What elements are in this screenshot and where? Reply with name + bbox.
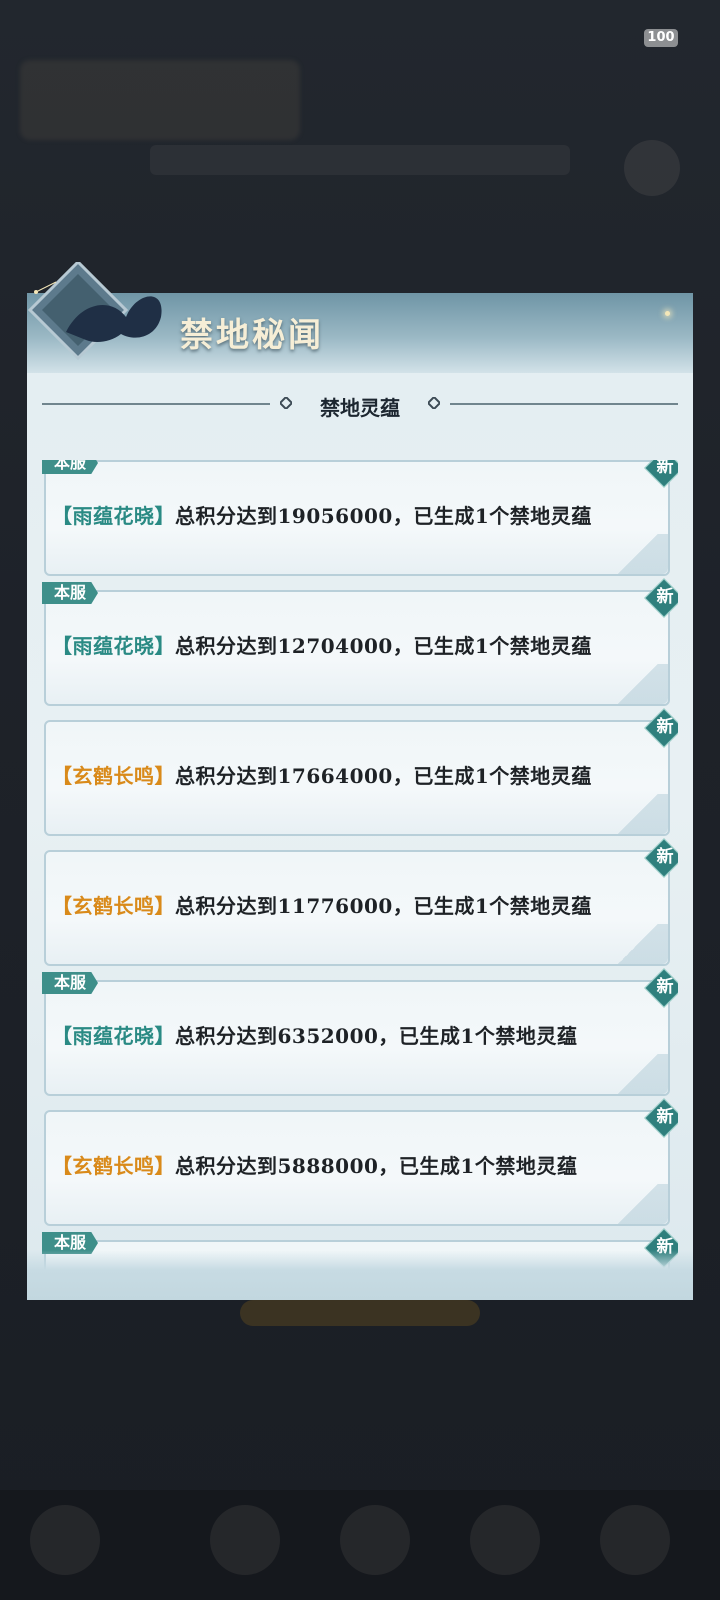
dialog-title: 禁地秘闻 bbox=[180, 315, 324, 354]
server-tag: 本服 bbox=[42, 460, 98, 474]
new-badge-label: 新 bbox=[656, 1107, 674, 1127]
item-text: 【雨蕴花晓】总积分达到6352000，已生成1个禁地灵蕴 bbox=[52, 1020, 577, 1049]
background-button bbox=[624, 140, 680, 196]
item-text: 【玄鹤长鸣】总积分达到11776000，已生成1个禁地灵蕴 bbox=[52, 890, 592, 919]
fox-emblem-icon bbox=[27, 262, 162, 361]
item-text: 【玄鹤长鸣】总积分达到5888000，已生成1个禁地灵蕴 bbox=[52, 1150, 577, 1179]
item-message: 总积分达到6352000，已生成1个禁地灵蕴 bbox=[175, 1024, 578, 1048]
card-decoration bbox=[608, 534, 668, 574]
server-tag: 本服 bbox=[42, 582, 98, 604]
diamond-ornament-icon bbox=[280, 397, 292, 409]
announcement-list[interactable]: 本服 新 【雨蕴花晓】总积分达到19056000，已生成1个禁地灵蕴 本服 新 … bbox=[42, 460, 678, 1270]
list-item[interactable]: 新 【玄鹤长鸣】总积分达到11776000，已生成1个禁地灵蕴 bbox=[42, 838, 678, 966]
battery-indicator: 100 bbox=[644, 29, 678, 47]
section-header: 禁地灵蕴 bbox=[42, 393, 678, 420]
background-bottom-icon bbox=[210, 1505, 280, 1575]
item-message: 总积分达到17664000，已生成1个禁地灵蕴 bbox=[175, 764, 592, 788]
team-name: 【雨蕴花晓】 bbox=[52, 504, 175, 528]
background-header bbox=[20, 60, 300, 140]
card-decoration bbox=[608, 1054, 668, 1094]
new-badge-label: 新 bbox=[656, 717, 674, 737]
new-badge-label: 新 bbox=[656, 460, 674, 477]
item-message: 总积分达到5888000，已生成1个禁地灵蕴 bbox=[175, 1154, 578, 1178]
item-text: 【玄鹤长鸣】总积分达到17664000，已生成1个禁地灵蕴 bbox=[52, 760, 592, 789]
dialog-bottom-edge bbox=[27, 1250, 693, 1300]
background-gold-bar bbox=[240, 1300, 480, 1326]
item-message: 总积分达到19056000，已生成1个禁地灵蕴 bbox=[175, 504, 592, 528]
card-decoration bbox=[608, 1184, 668, 1224]
team-name: 【玄鹤长鸣】 bbox=[52, 1154, 175, 1178]
item-message: 总积分达到12704000，已生成1个禁地灵蕴 bbox=[175, 634, 592, 658]
card-decoration bbox=[608, 924, 668, 964]
list-item[interactable]: 本服 新 【雨蕴花晓】总积分达到6352000，已生成1个禁地灵蕴 bbox=[42, 968, 678, 1096]
item-text: 【雨蕴花晓】总积分达到19056000，已生成1个禁地灵蕴 bbox=[52, 500, 592, 529]
list-item[interactable]: 新 【玄鹤长鸣】总积分达到5888000，已生成1个禁地灵蕴 bbox=[42, 1098, 678, 1226]
divider bbox=[42, 403, 270, 405]
list-item[interactable]: 本服 新 【雨蕴花晓】总积分达到19056000，已生成1个禁地灵蕴 bbox=[42, 460, 678, 576]
background-bottom-icon bbox=[340, 1505, 410, 1575]
background-bottom-icon bbox=[600, 1505, 670, 1575]
background-bottom-icon bbox=[30, 1505, 100, 1575]
card-decoration bbox=[608, 794, 668, 834]
item-text: 【雨蕴花晓】总积分达到12704000，已生成1个禁地灵蕴 bbox=[52, 630, 592, 659]
new-badge-label: 新 bbox=[656, 587, 674, 607]
section-title: 禁地灵蕴 bbox=[320, 396, 400, 420]
sparkle-icon bbox=[665, 311, 670, 316]
new-badge-label: 新 bbox=[656, 977, 674, 997]
team-name: 【雨蕴花晓】 bbox=[52, 634, 175, 658]
server-tag: 本服 bbox=[42, 972, 98, 994]
list-item[interactable]: 新 【玄鹤长鸣】总积分达到17664000，已生成1个禁地灵蕴 bbox=[42, 708, 678, 836]
new-badge-label: 新 bbox=[656, 847, 674, 867]
background-bottom-icon bbox=[470, 1505, 540, 1575]
divider bbox=[450, 403, 678, 405]
team-name: 【雨蕴花晓】 bbox=[52, 1024, 175, 1048]
team-name: 【玄鹤长鸣】 bbox=[52, 894, 175, 918]
list-item[interactable]: 本服 新 【雨蕴花晓】总积分达到12704000，已生成1个禁地灵蕴 bbox=[42, 578, 678, 706]
diamond-ornament-icon bbox=[428, 397, 440, 409]
background-subtitle bbox=[150, 145, 570, 175]
item-message: 总积分达到11776000，已生成1个禁地灵蕴 bbox=[175, 894, 592, 918]
card-decoration bbox=[608, 664, 668, 704]
team-name: 【玄鹤长鸣】 bbox=[52, 764, 175, 788]
